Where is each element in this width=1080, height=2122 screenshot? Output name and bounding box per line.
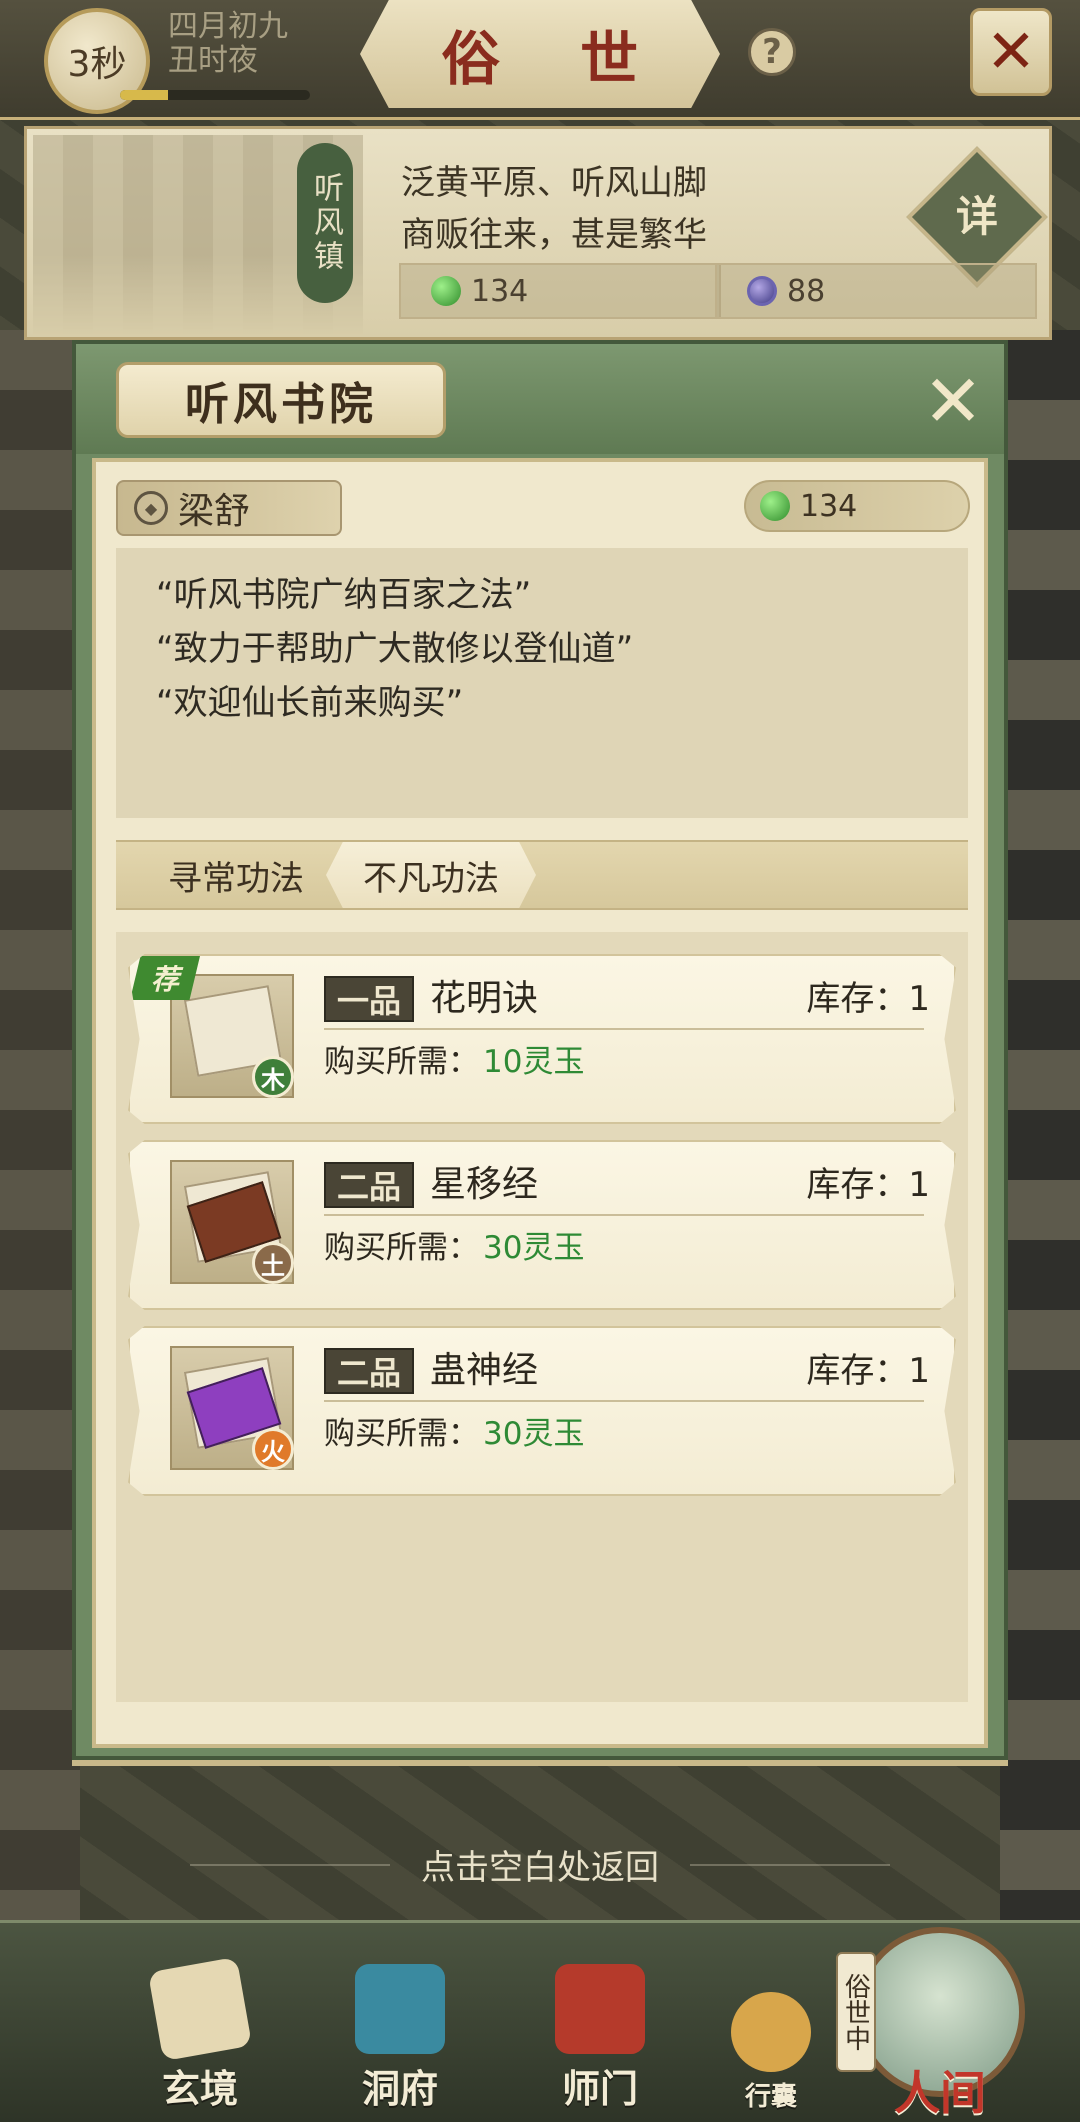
stock-value: 1 [908,1351,930,1391]
item-name: 蛊神经 [430,1350,539,1391]
location-desc-line-2: 商贩往来，甚是繁华 [401,215,707,255]
location-card: 听风镇 泛黄平原、听风山脚 商贩往来，甚是繁华 详 134 88 [24,126,1052,340]
nav-label: 洞府 [361,2066,438,2111]
game-date: 四月初九 丑时夜 [168,10,288,78]
tap-to-return-hint[interactable]: 点击空白处返回 [0,1840,1080,1889]
cost-value: 30灵玉 [483,1230,585,1266]
item-name: 花明诀 [430,978,539,1019]
current-realm-band: 俗世中 [836,1952,876,2072]
stock-label: 库存： [806,1165,909,1205]
shop-modal: 听风书院 ✕ ◆ 梁舒 134 “听风书院广纳百家之法” “致力于帮助广大散修以… [72,340,1008,1760]
close-top-button[interactable]: ✕ [970,8,1052,96]
technique-tabs: 寻常功法 不凡功法 [116,840,968,910]
tab-rare-techniques[interactable]: 不凡功法 [326,842,536,908]
scroll-nav-icon [147,1956,253,2062]
item-cost: 购买所需： 10灵玉 [324,1040,584,1084]
npc-dialogue: “听风书院广纳百家之法” “致力于帮助广大散修以登仙道” “欢迎仙长前来购买” [116,548,968,818]
bottom-navigation: 玄境 洞府 师门 行囊 人间 [0,1920,1080,2122]
banner-nav-icon [555,1964,645,2054]
coin-icon [747,276,777,306]
item-name: 星移经 [430,1164,539,1205]
modal-content: ◆ 梁舒 134 “听风书院广纳百家之法” “致力于帮助广大散修以登仙道” “欢… [92,458,988,1748]
stock-label: 库存： [806,979,909,1019]
help-button[interactable]: ? [748,28,796,76]
background-buildings-right [1000,330,1080,1930]
detail-label: 详 [955,192,998,241]
nav-label: 玄境 [161,2066,238,2111]
jade-balance-amount: 134 [800,488,858,524]
jade-resource: 134 [399,263,721,319]
tab-common-techniques[interactable]: 寻常功法 [136,842,336,908]
cost-label: 购买所需： [324,1416,479,1452]
item-divider [324,1214,924,1216]
location-description: 泛黄平原、听风山脚 商贩往来，甚是繁华 [401,157,707,261]
npc-icon: ◆ [134,491,168,525]
cost-label: 购买所需： [324,1230,479,1266]
modal-close-button[interactable]: ✕ [918,365,988,437]
nav-cave-dwelling[interactable]: 洞府 [330,1963,470,2113]
item-divider [324,1400,924,1402]
list-item[interactable]: 火 二品 蛊神经 库存：1 购买所需： 30灵玉 [128,1326,956,1496]
item-icon-book: 土 [170,1160,294,1284]
pouch-nav-icon [731,1992,811,2072]
nav-label: 人间 [894,2066,986,2120]
nav-label: 师门 [561,2066,638,2111]
item-stock: 库存：1 [806,1348,930,1394]
jade-icon [760,491,790,521]
nav-mystic-realm[interactable]: 玄境 [130,1956,270,2113]
item-grade: 一品 [324,976,414,1022]
dialogue-line-1: “听风书院广纳百家之法” [156,575,532,615]
item-grade: 二品 [324,1348,414,1394]
jade-icon [431,276,461,306]
date-line-1: 四月初九 [168,9,288,44]
npc-tag: ◆ 梁舒 [116,480,342,536]
nav-label: 行囊 [744,2082,797,2112]
jade-amount: 134 [471,273,529,309]
time-progress-bar [120,90,310,100]
pavilion-nav-icon [355,1964,445,2054]
stock-value: 1 [908,979,930,1019]
list-item[interactable]: 土 二品 星移经 库存：1 购买所需： 30灵玉 [128,1140,956,1310]
coin-amount: 88 [787,273,826,309]
cost-value: 30灵玉 [483,1416,585,1452]
element-badge-fire: 火 [252,1428,294,1470]
stock-value: 1 [908,1165,930,1205]
recommended-flag: 荐 [130,956,200,1000]
top-bar: 3秒 四月初九 丑时夜 俗 世 ? ✕ [0,0,1080,120]
element-badge-earth: 土 [252,1242,294,1284]
item-list: 木 荐 一品 花明诀 库存：1 购买所需：10灵玉 土 二品 星移经 库存：1 [116,932,968,1702]
item-icon-book: 火 [170,1346,294,1470]
dialogue-line-2: “致力于帮助广大散修以登仙道” [156,629,634,669]
item-stock: 库存：1 [806,1162,930,1208]
item-grade: 二品 [324,1162,414,1208]
item-cost: 购买所需： 30灵玉 [324,1412,584,1456]
coin-resource: 88 [715,263,1037,319]
nav-inventory[interactable]: 行囊 [716,1963,826,2113]
jade-balance: 134 [744,480,970,532]
background-buildings-left [0,330,80,1930]
date-line-2: 丑时夜 [168,43,258,78]
cost-value: 10灵玉 [483,1044,585,1080]
item-stock: 库存：1 [806,976,930,1022]
nav-sect[interactable]: 师门 [530,1963,670,2113]
dialogue-line-3: “欢迎仙长前来购买” [156,683,464,723]
npc-name: 梁舒 [178,491,251,532]
location-name: 听风镇 [297,143,353,303]
stock-label: 库存： [806,1351,909,1391]
location-desc-line-1: 泛黄平原、听风山脚 [401,163,707,203]
item-cost: 购买所需： 30灵玉 [324,1226,584,1270]
list-item[interactable]: 木 荐 一品 花明诀 库存：1 购买所需： 10灵玉 [128,954,956,1124]
cost-label: 购买所需： [324,1044,479,1080]
modal-title: 听风书院 [116,362,446,438]
time-progress-fill [120,90,168,100]
page-title: 俗 世 [441,25,669,93]
element-badge-wood: 木 [252,1056,294,1098]
item-divider [324,1028,924,1030]
page-title-plaque: 俗 世 [360,0,720,108]
